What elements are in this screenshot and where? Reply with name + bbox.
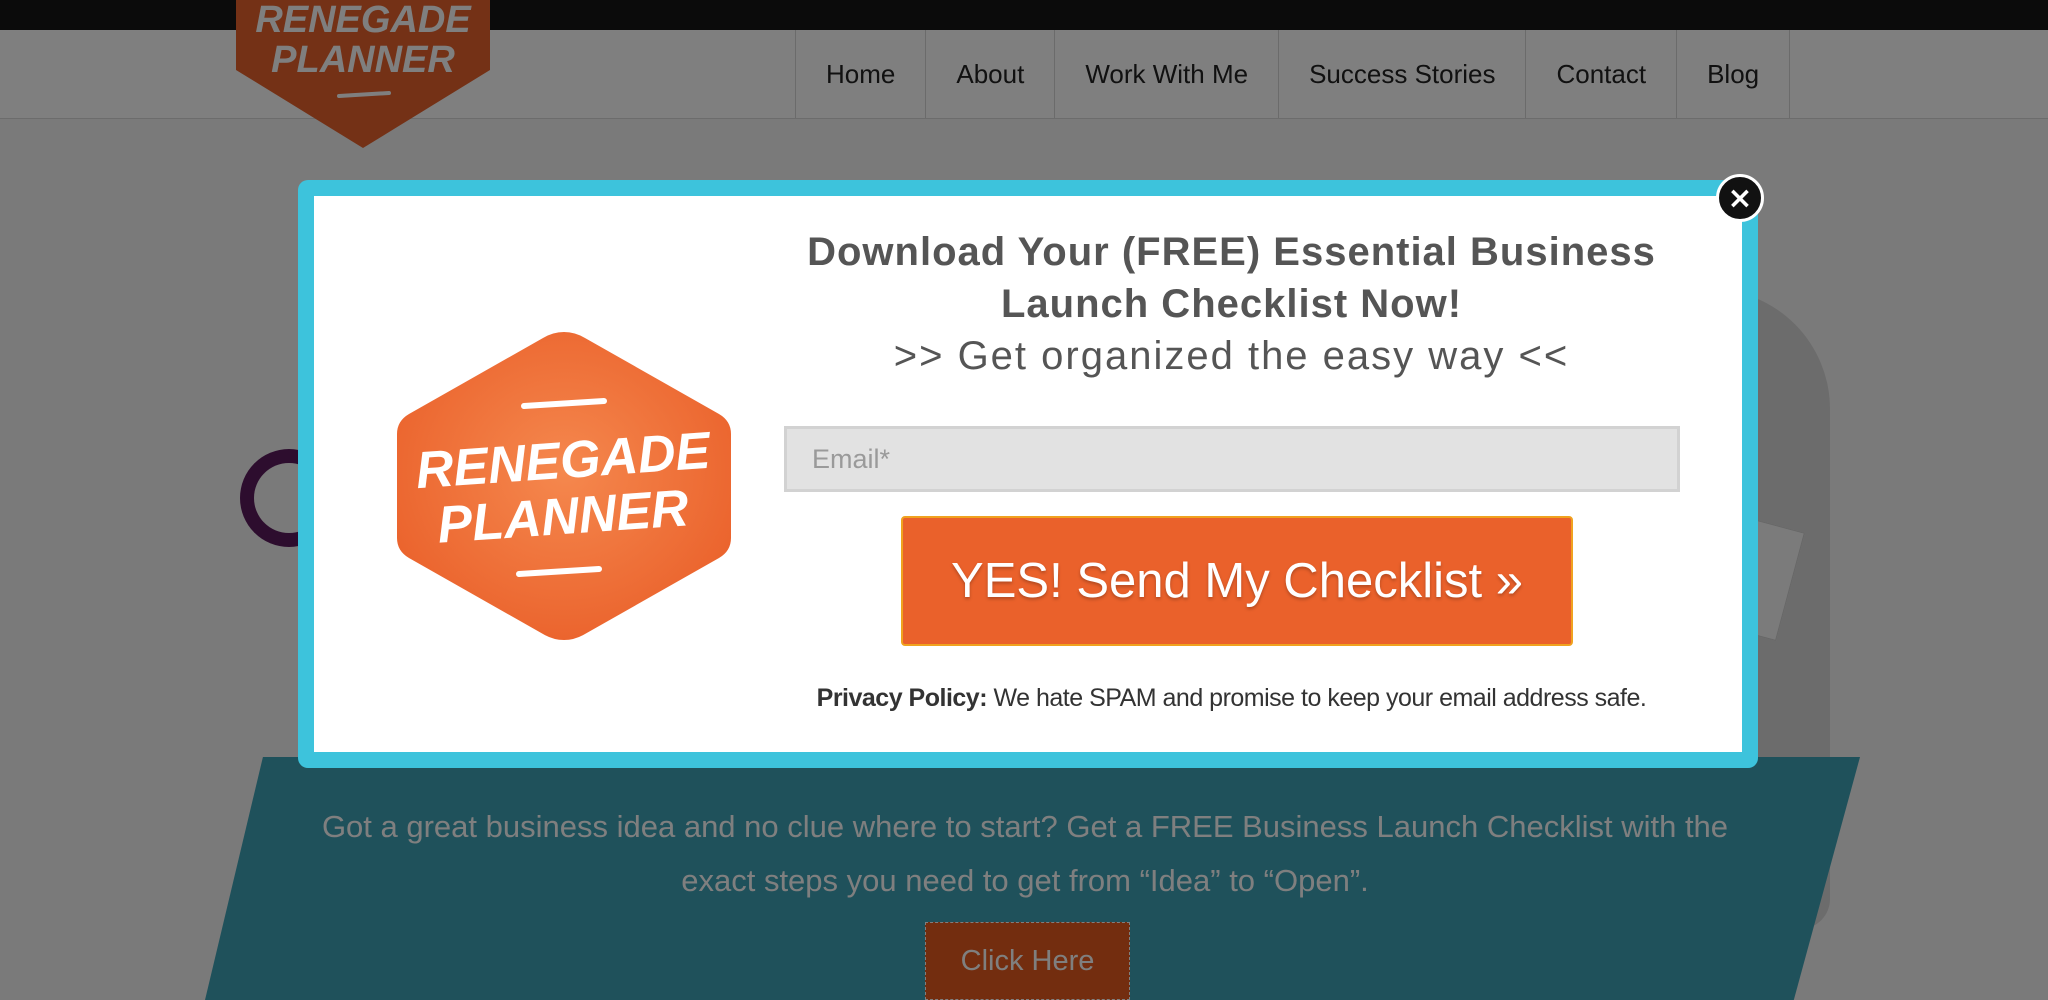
close-icon[interactable]: ×	[1716, 174, 1764, 222]
privacy-label: Privacy Policy:	[816, 684, 988, 712]
popup-logo: RENEGADE PLANNER	[389, 326, 739, 646]
privacy-notice: Privacy Policy: We hate SPAM and promise…	[769, 684, 1694, 713]
privacy-text: We hate SPAM and promise to keep your em…	[987, 684, 1647, 712]
popup-subheadline: >> Get organized the easy way <<	[893, 334, 1570, 378]
optin-popup: RENEGADE PLANNER Download Your (FREE) Es…	[298, 180, 1758, 768]
popup-headline: Download Your (FREE) Essential Business …	[807, 230, 1656, 326]
popup-form-area: Download Your (FREE) Essential Business …	[769, 196, 1694, 752]
popup-content: RENEGADE PLANNER Download Your (FREE) Es…	[314, 196, 1742, 752]
send-checklist-button[interactable]: YES! Send My Checklist »	[901, 516, 1573, 646]
email-field[interactable]	[784, 426, 1680, 492]
